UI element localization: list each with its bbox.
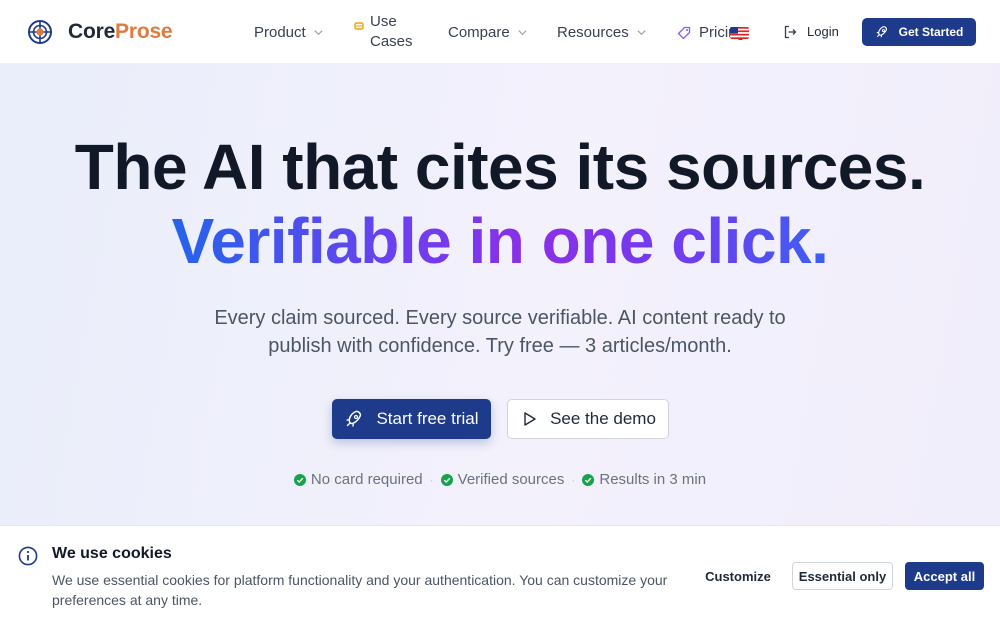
check-circle-icon bbox=[293, 473, 306, 486]
chevron-down-icon bbox=[637, 30, 646, 36]
chevron-down-icon bbox=[518, 30, 527, 36]
nav-product-label: Product bbox=[254, 24, 306, 41]
nav-use-cases-label: Use Cases bbox=[370, 13, 413, 50]
nav-resources-label: Resources bbox=[557, 24, 629, 41]
nav-compare-label: Compare bbox=[448, 24, 510, 41]
cookie-banner: We use cookies We use essential cookies … bbox=[0, 525, 1000, 625]
start-free-trial-button[interactable]: Start free trial bbox=[332, 399, 491, 439]
nav-use-cases[interactable]: Use Cases bbox=[354, 12, 420, 52]
get-started-button[interactable]: Get Started bbox=[862, 18, 976, 46]
hero-headline: The AI that cites its sources. bbox=[74, 131, 926, 203]
start-free-trial-label: Start free trial bbox=[376, 409, 479, 428]
trust-item: Results in 3 min bbox=[582, 471, 706, 488]
login-icon bbox=[784, 25, 797, 38]
us-flag-icon[interactable] bbox=[730, 27, 749, 39]
hero-section: The AI that cites its sources. Verifiabl… bbox=[0, 64, 1000, 525]
separator-dot: · bbox=[429, 472, 434, 487]
see-demo-label: See the demo bbox=[550, 409, 656, 428]
brand-name-core: Core bbox=[68, 20, 116, 43]
trust-badges: No card required · Verified sources · Re… bbox=[0, 471, 1000, 488]
cookie-essential-only-button[interactable]: Essential only bbox=[792, 562, 893, 590]
check-circle-icon bbox=[440, 473, 453, 486]
hero-subtitle: Every claim sourced. Every source verifi… bbox=[214, 307, 786, 357]
nav-compare[interactable]: Compare bbox=[448, 24, 528, 41]
login-label: Login bbox=[807, 24, 839, 39]
top-navbar: CoreProse Product Use Cases Compare Reso… bbox=[0, 0, 1000, 64]
use-cases-icon bbox=[354, 22, 364, 30]
trust-label: No card required bbox=[310, 471, 423, 488]
brand-name-prose: Prose bbox=[115, 20, 173, 43]
info-icon bbox=[18, 546, 38, 566]
hero-highlight: Verifiable in one click. bbox=[0, 204, 1000, 278]
play-icon bbox=[524, 412, 536, 426]
trust-label: Verified sources bbox=[457, 471, 565, 488]
cookie-title: We use cookies bbox=[52, 545, 172, 562]
trust-item: Verified sources bbox=[440, 471, 565, 488]
chevron-down-icon bbox=[314, 30, 323, 36]
get-started-label: Get Started bbox=[898, 25, 964, 39]
cookie-accept-all-button[interactable]: Accept all bbox=[905, 562, 984, 590]
separator-dot: · bbox=[571, 472, 576, 487]
rocket-icon bbox=[346, 410, 362, 427]
crosshair-logo-icon bbox=[28, 20, 52, 44]
nav-product[interactable]: Product bbox=[254, 24, 324, 41]
see-demo-button[interactable]: See the demo bbox=[507, 399, 669, 439]
nav-resources[interactable]: Resources bbox=[557, 24, 647, 41]
check-circle-icon bbox=[582, 473, 595, 486]
tag-icon bbox=[677, 26, 691, 39]
hero-highlight-text: Verifiable in one click. bbox=[171, 205, 829, 277]
brand-name: CoreProse bbox=[68, 20, 173, 44]
rocket-icon bbox=[876, 26, 887, 38]
cookie-customize-button[interactable]: Customize bbox=[695, 562, 781, 590]
trust-label: Results in 3 min bbox=[599, 471, 707, 488]
cookie-text: We use essential cookies for platform fu… bbox=[52, 572, 668, 608]
trust-item: No card required bbox=[293, 471, 423, 488]
brand-logo[interactable]: CoreProse bbox=[27, 19, 173, 45]
login-link[interactable]: Login bbox=[783, 24, 839, 39]
